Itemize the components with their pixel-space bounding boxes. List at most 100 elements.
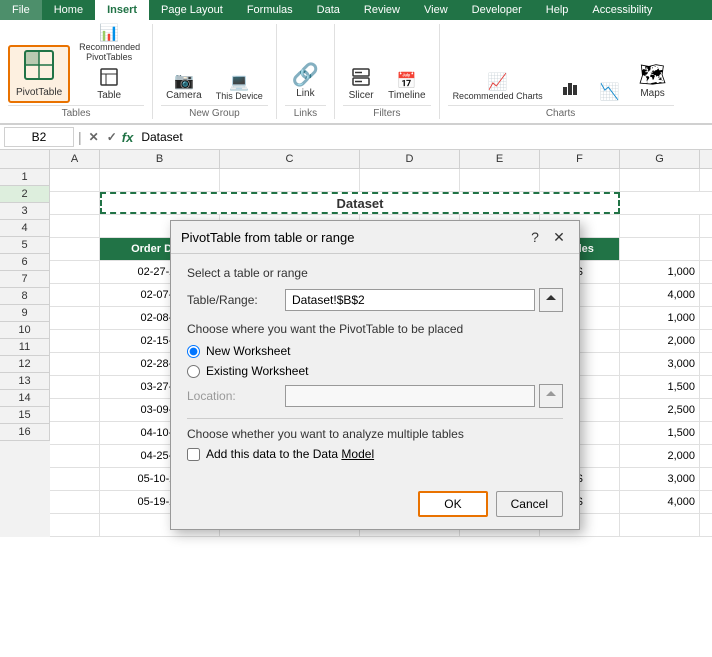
location-collapse-btn[interactable] xyxy=(539,384,563,408)
cell-g8[interactable]: 2,000 xyxy=(620,330,700,352)
cell-g16[interactable] xyxy=(620,514,700,536)
cell-g12[interactable]: 1,500 xyxy=(620,422,700,444)
cell-reference[interactable] xyxy=(4,127,74,147)
dialog-close-btn[interactable]: ✕ xyxy=(549,227,569,247)
row-header-15[interactable]: 15 xyxy=(0,407,50,424)
cell-a3[interactable] xyxy=(50,215,100,237)
row-header-2[interactable]: 2 xyxy=(0,186,50,203)
radio-existing-worksheet[interactable] xyxy=(187,365,200,378)
cell-g4[interactable] xyxy=(620,238,700,260)
column-chart-button[interactable] xyxy=(552,77,588,103)
col-header-g[interactable]: G xyxy=(620,150,700,168)
ok-button[interactable]: OK xyxy=(418,491,487,517)
recommended-charts-button[interactable]: 📈 Recommended Charts xyxy=(448,73,548,103)
table-range-collapse-btn[interactable] xyxy=(539,288,563,312)
col-header-e[interactable]: E xyxy=(460,150,540,168)
col-header-d[interactable]: D xyxy=(360,150,460,168)
row-header-3[interactable]: 3 xyxy=(0,203,50,220)
cell-g1[interactable] xyxy=(620,169,700,191)
location-input[interactable] xyxy=(285,385,535,407)
cell-a2[interactable] xyxy=(50,192,100,214)
slicer-button[interactable]: Slicer xyxy=(343,66,379,103)
row-header-1[interactable]: 1 xyxy=(0,169,50,186)
cell-a4[interactable] xyxy=(50,238,100,260)
dialog-help-btn[interactable]: ? xyxy=(525,227,545,247)
row-header-5[interactable]: 5 xyxy=(0,237,50,254)
cell-g6[interactable]: 4,000 xyxy=(620,284,700,306)
tab-help[interactable]: Help xyxy=(534,0,581,20)
row-header-11[interactable]: 11 xyxy=(0,339,50,356)
cell-a11[interactable] xyxy=(50,399,100,421)
cell-g15[interactable]: 4,000 xyxy=(620,491,700,513)
row-header-14[interactable]: 14 xyxy=(0,390,50,407)
cell-b2-dataset[interactable]: Dataset xyxy=(100,192,620,214)
row-header-9[interactable]: 9 xyxy=(0,305,50,322)
cell-a5[interactable] xyxy=(50,261,100,283)
cell-g7[interactable]: 1,000 xyxy=(620,307,700,329)
tab-view[interactable]: View xyxy=(412,0,460,20)
cell-g13[interactable]: 2,000 xyxy=(620,445,700,467)
cell-a16[interactable] xyxy=(50,514,100,536)
tab-page-layout[interactable]: Page Layout xyxy=(149,0,235,20)
cancel-formula-btn[interactable]: ✕ xyxy=(86,130,102,145)
cell-a10[interactable] xyxy=(50,376,100,398)
cell-a8[interactable] xyxy=(50,330,100,352)
cell-a6[interactable] xyxy=(50,284,100,306)
col-header-a[interactable]: A xyxy=(50,150,100,168)
pivot-table-button[interactable]: PivotTable xyxy=(8,45,70,103)
row-header-12[interactable]: 12 xyxy=(0,356,50,373)
cell-c1[interactable] xyxy=(220,169,360,191)
table-range-input[interactable] xyxy=(285,289,535,311)
cell-d1[interactable] xyxy=(360,169,460,191)
row-header-6[interactable]: 6 xyxy=(0,254,50,271)
recommended-pivot-button[interactable]: 📊 Recommended PivotTables xyxy=(74,24,144,64)
tab-insert[interactable]: Insert xyxy=(95,0,149,20)
line-chart-button[interactable]: 📉 xyxy=(592,83,628,103)
cell-g5[interactable]: 1,000 xyxy=(620,261,700,283)
col-header-f[interactable]: F xyxy=(540,150,620,168)
cell-g14[interactable]: 3,000 xyxy=(620,468,700,490)
cell-g3[interactable] xyxy=(620,215,700,237)
cell-g9[interactable]: 3,000 xyxy=(620,353,700,375)
col-header-b[interactable]: B xyxy=(100,150,220,168)
formula-input[interactable] xyxy=(137,128,708,146)
cell-a12[interactable] xyxy=(50,422,100,444)
row-header-16[interactable]: 16 xyxy=(0,424,50,441)
corner-cell xyxy=(0,150,50,168)
row-header-10[interactable]: 10 xyxy=(0,322,50,339)
cell-g11[interactable]: 2,500 xyxy=(620,399,700,421)
row-header-8[interactable]: 8 xyxy=(0,288,50,305)
data-model-checkbox[interactable] xyxy=(187,448,200,461)
row-header-4[interactable]: 4 xyxy=(0,220,50,237)
confirm-formula-btn[interactable]: ✓ xyxy=(104,130,120,145)
table-button[interactable]: Table xyxy=(74,66,144,103)
tab-home[interactable]: Home xyxy=(42,0,95,20)
cell-a14[interactable] xyxy=(50,468,100,490)
row-header-7[interactable]: 7 xyxy=(0,271,50,288)
tab-developer[interactable]: Developer xyxy=(460,0,534,20)
cell-f1[interactable] xyxy=(540,169,620,191)
cell-b1[interactable] xyxy=(100,169,220,191)
tab-file[interactable]: File xyxy=(0,0,42,20)
tab-review[interactable]: Review xyxy=(352,0,412,20)
cell-a15[interactable] xyxy=(50,491,100,513)
col-header-c[interactable]: C xyxy=(220,150,360,168)
timeline-button[interactable]: 📅 Timeline xyxy=(383,72,430,103)
insert-function-icon[interactable]: fx xyxy=(122,130,134,145)
cell-g10[interactable]: 1,500 xyxy=(620,376,700,398)
row-header-13[interactable]: 13 xyxy=(0,373,50,390)
link-button[interactable]: 🔗 Link xyxy=(285,61,326,103)
cell-a1[interactable] xyxy=(50,169,100,191)
tab-formulas[interactable]: Formulas xyxy=(235,0,305,20)
cell-e1[interactable] xyxy=(460,169,540,191)
cell-a7[interactable] xyxy=(50,307,100,329)
this-device-button[interactable]: 💻 This Device xyxy=(211,73,268,103)
tab-data[interactable]: Data xyxy=(305,0,352,20)
cell-a9[interactable] xyxy=(50,353,100,375)
cell-a13[interactable] xyxy=(50,445,100,467)
radio-new-worksheet[interactable] xyxy=(187,345,200,358)
cancel-button[interactable]: Cancel xyxy=(496,491,563,517)
camera-button[interactable]: 📷 Camera xyxy=(161,72,207,103)
maps-button[interactable]: 🗺 Maps xyxy=(632,61,674,103)
tab-accessibility[interactable]: Accessibility xyxy=(580,0,664,20)
